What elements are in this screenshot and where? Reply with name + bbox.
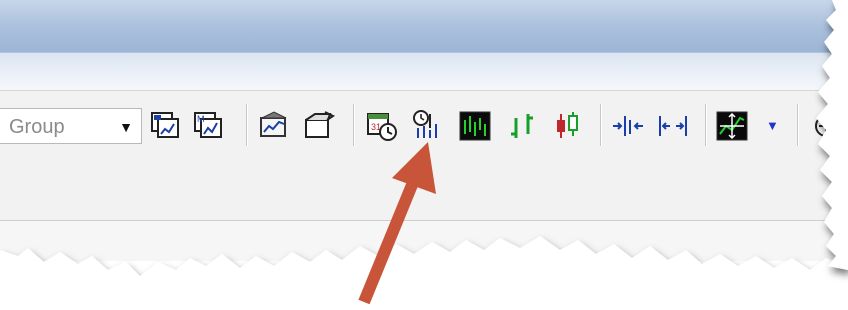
annotation-arrow — [358, 142, 436, 305]
